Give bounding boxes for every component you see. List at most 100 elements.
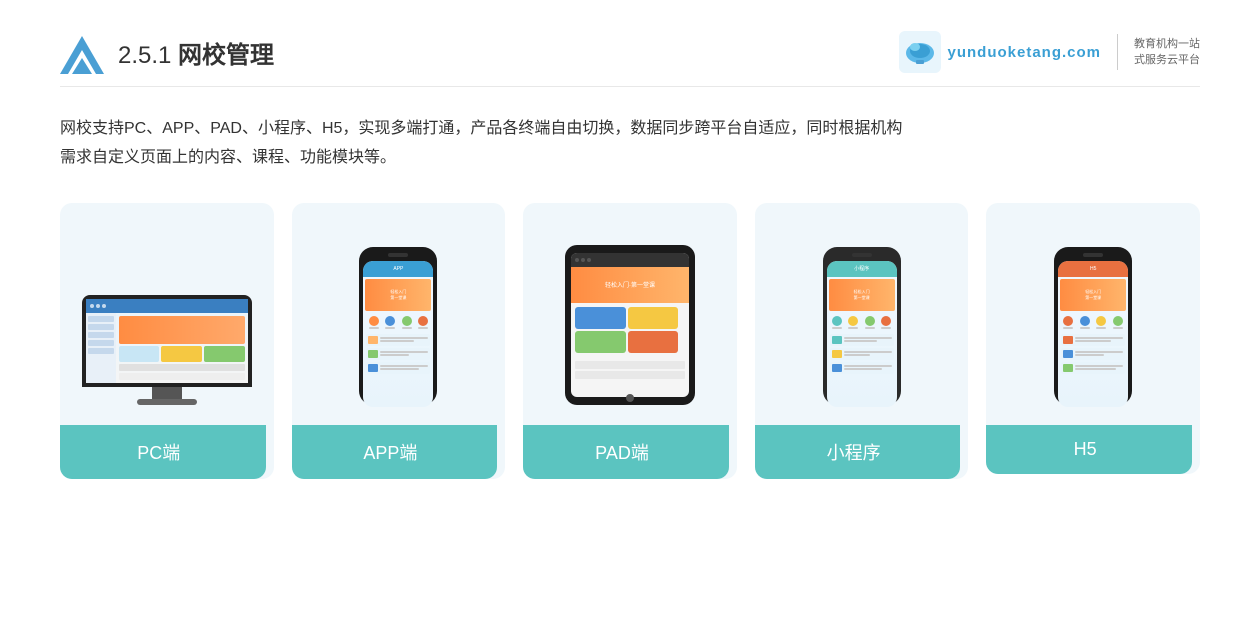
mini-header-bar: 小程序 — [827, 261, 897, 277]
icon-circle — [418, 316, 428, 326]
phone-icon — [881, 316, 891, 329]
course-thumb — [832, 336, 842, 344]
monitor-nav — [86, 299, 248, 313]
monitor-content — [86, 313, 248, 383]
monitor-card — [204, 346, 245, 362]
phone-icon — [832, 316, 842, 329]
phone-icon — [1080, 316, 1090, 329]
course-line — [844, 351, 892, 353]
phone-outer-app: APP 轻松入门第一堂课 — [359, 247, 437, 405]
mini-banner: 轻松入门第一堂课 — [829, 279, 895, 311]
icon-label — [385, 327, 395, 329]
course-item — [366, 348, 430, 360]
phone-icon — [402, 316, 412, 329]
course-line — [1075, 337, 1123, 339]
tablet-card — [575, 331, 626, 353]
app-label: APP端 — [363, 443, 417, 463]
course-item — [366, 334, 430, 346]
phone-icon — [385, 316, 395, 329]
phone-icons-row — [363, 313, 433, 332]
phone-icon — [369, 316, 379, 329]
monitor-screen-wrap — [82, 295, 252, 387]
icon-label — [1096, 327, 1106, 329]
h5-icons-row — [1058, 313, 1128, 332]
page-header: 2.5.1 网校管理 yunduoketang.com 教育机构一站 — [60, 30, 1200, 87]
phone-banner-app: 轻松入门第一堂课 — [365, 279, 431, 311]
phone-icon — [418, 316, 428, 329]
course-line — [1075, 368, 1116, 370]
course-thumb — [832, 364, 842, 372]
card-h5: H5 轻松入门第一堂课 — [986, 203, 1200, 474]
course-item — [1061, 362, 1125, 374]
icon-circle — [1096, 316, 1106, 326]
card-pad: 轻松入门·第一堂课 — [523, 203, 737, 479]
phone-icon — [865, 316, 875, 329]
desc-line2: 需求自定义页面上的内容、课程、功能模块等。 — [60, 144, 1200, 173]
monitor-main — [116, 313, 248, 383]
phone-device-app: APP 轻松入门第一堂课 — [359, 247, 437, 405]
icon-label — [1063, 327, 1073, 329]
nav-dot-1 — [90, 304, 94, 308]
title-bold: 网校管理 — [178, 42, 274, 69]
pc-label-bar: PC端 — [60, 425, 266, 479]
brand-logo-icon — [899, 31, 941, 73]
course-lines — [1075, 337, 1123, 342]
mini-label: 小程序 — [827, 443, 881, 463]
icon-label — [369, 327, 379, 329]
h5-label: H5 — [1074, 439, 1097, 459]
icon-circle — [369, 316, 379, 326]
course-lines — [1075, 365, 1123, 370]
phone-outer-h5: H5 轻松入门第一堂课 — [1054, 247, 1132, 405]
icon-label — [1080, 327, 1090, 329]
phone-screen-mini: 小程序 轻松入门第一堂课 — [827, 261, 897, 407]
tablet-device: 轻松入门·第一堂课 — [565, 245, 695, 405]
course-lines — [844, 365, 892, 370]
page-title: 2.5.1 网校管理 — [118, 35, 274, 70]
icon-label — [848, 327, 858, 329]
card-mini: 小程序 轻松入门第一堂课 — [755, 203, 969, 479]
phone-icon — [1063, 316, 1073, 329]
phone-content-app: APP 轻松入门第一堂课 — [363, 261, 433, 407]
tablet-card — [628, 307, 679, 329]
logo-icon — [60, 30, 104, 74]
icon-label — [865, 327, 875, 329]
monitor-banner — [119, 316, 245, 344]
brand-name: yunduoketang.com — [947, 44, 1101, 61]
course-line — [380, 351, 428, 353]
desc-line1: 网校支持PC、APP、PAD、小程序、H5，实现多端打通，产品各终端自由切换，数… — [60, 115, 1200, 144]
pad-label-bar: PAD端 — [523, 425, 729, 479]
phone-screen-app: APP 轻松入门第一堂课 — [363, 261, 433, 407]
pc-image-area — [76, 225, 258, 405]
phone-header-bar: APP — [363, 261, 433, 277]
course-line — [844, 368, 882, 370]
phone-screen-h5: H5 轻松入门第一堂课 — [1058, 261, 1128, 407]
title-prefix: 2.5.1 — [118, 42, 178, 69]
h5-label-bar: H5 — [986, 425, 1192, 474]
course-item — [830, 334, 894, 346]
h5-course-list — [1058, 332, 1128, 376]
monitor-screen — [86, 299, 248, 383]
monitor-sidebar — [86, 313, 116, 383]
course-thumb — [368, 364, 378, 372]
tablet-card — [575, 307, 626, 329]
brand-divider — [1117, 34, 1118, 70]
course-lines — [380, 365, 428, 370]
course-thumb — [368, 350, 378, 358]
brand-logo: yunduoketang.com 教育机构一站 式服务云平台 — [899, 31, 1200, 73]
monitor-card — [161, 346, 202, 362]
course-item — [830, 362, 894, 374]
tagline-line2: 式服务云平台 — [1134, 52, 1200, 69]
icon-circle — [881, 316, 891, 326]
phone-course-list — [363, 332, 433, 376]
h5-header-bar: H5 — [1058, 261, 1128, 277]
course-lines — [1075, 351, 1123, 356]
icon-circle — [385, 316, 395, 326]
pad-image-area: 轻松入门·第一堂课 — [539, 225, 721, 405]
icon-label — [418, 327, 428, 329]
course-line — [1075, 365, 1123, 367]
course-lines — [844, 337, 892, 342]
phone-icon — [1113, 316, 1123, 329]
phone-outer-mini: 小程序 轻松入门第一堂课 — [823, 247, 901, 405]
brand-tagline: 教育机构一站 式服务云平台 — [1134, 36, 1200, 69]
pc-monitor — [82, 295, 252, 405]
